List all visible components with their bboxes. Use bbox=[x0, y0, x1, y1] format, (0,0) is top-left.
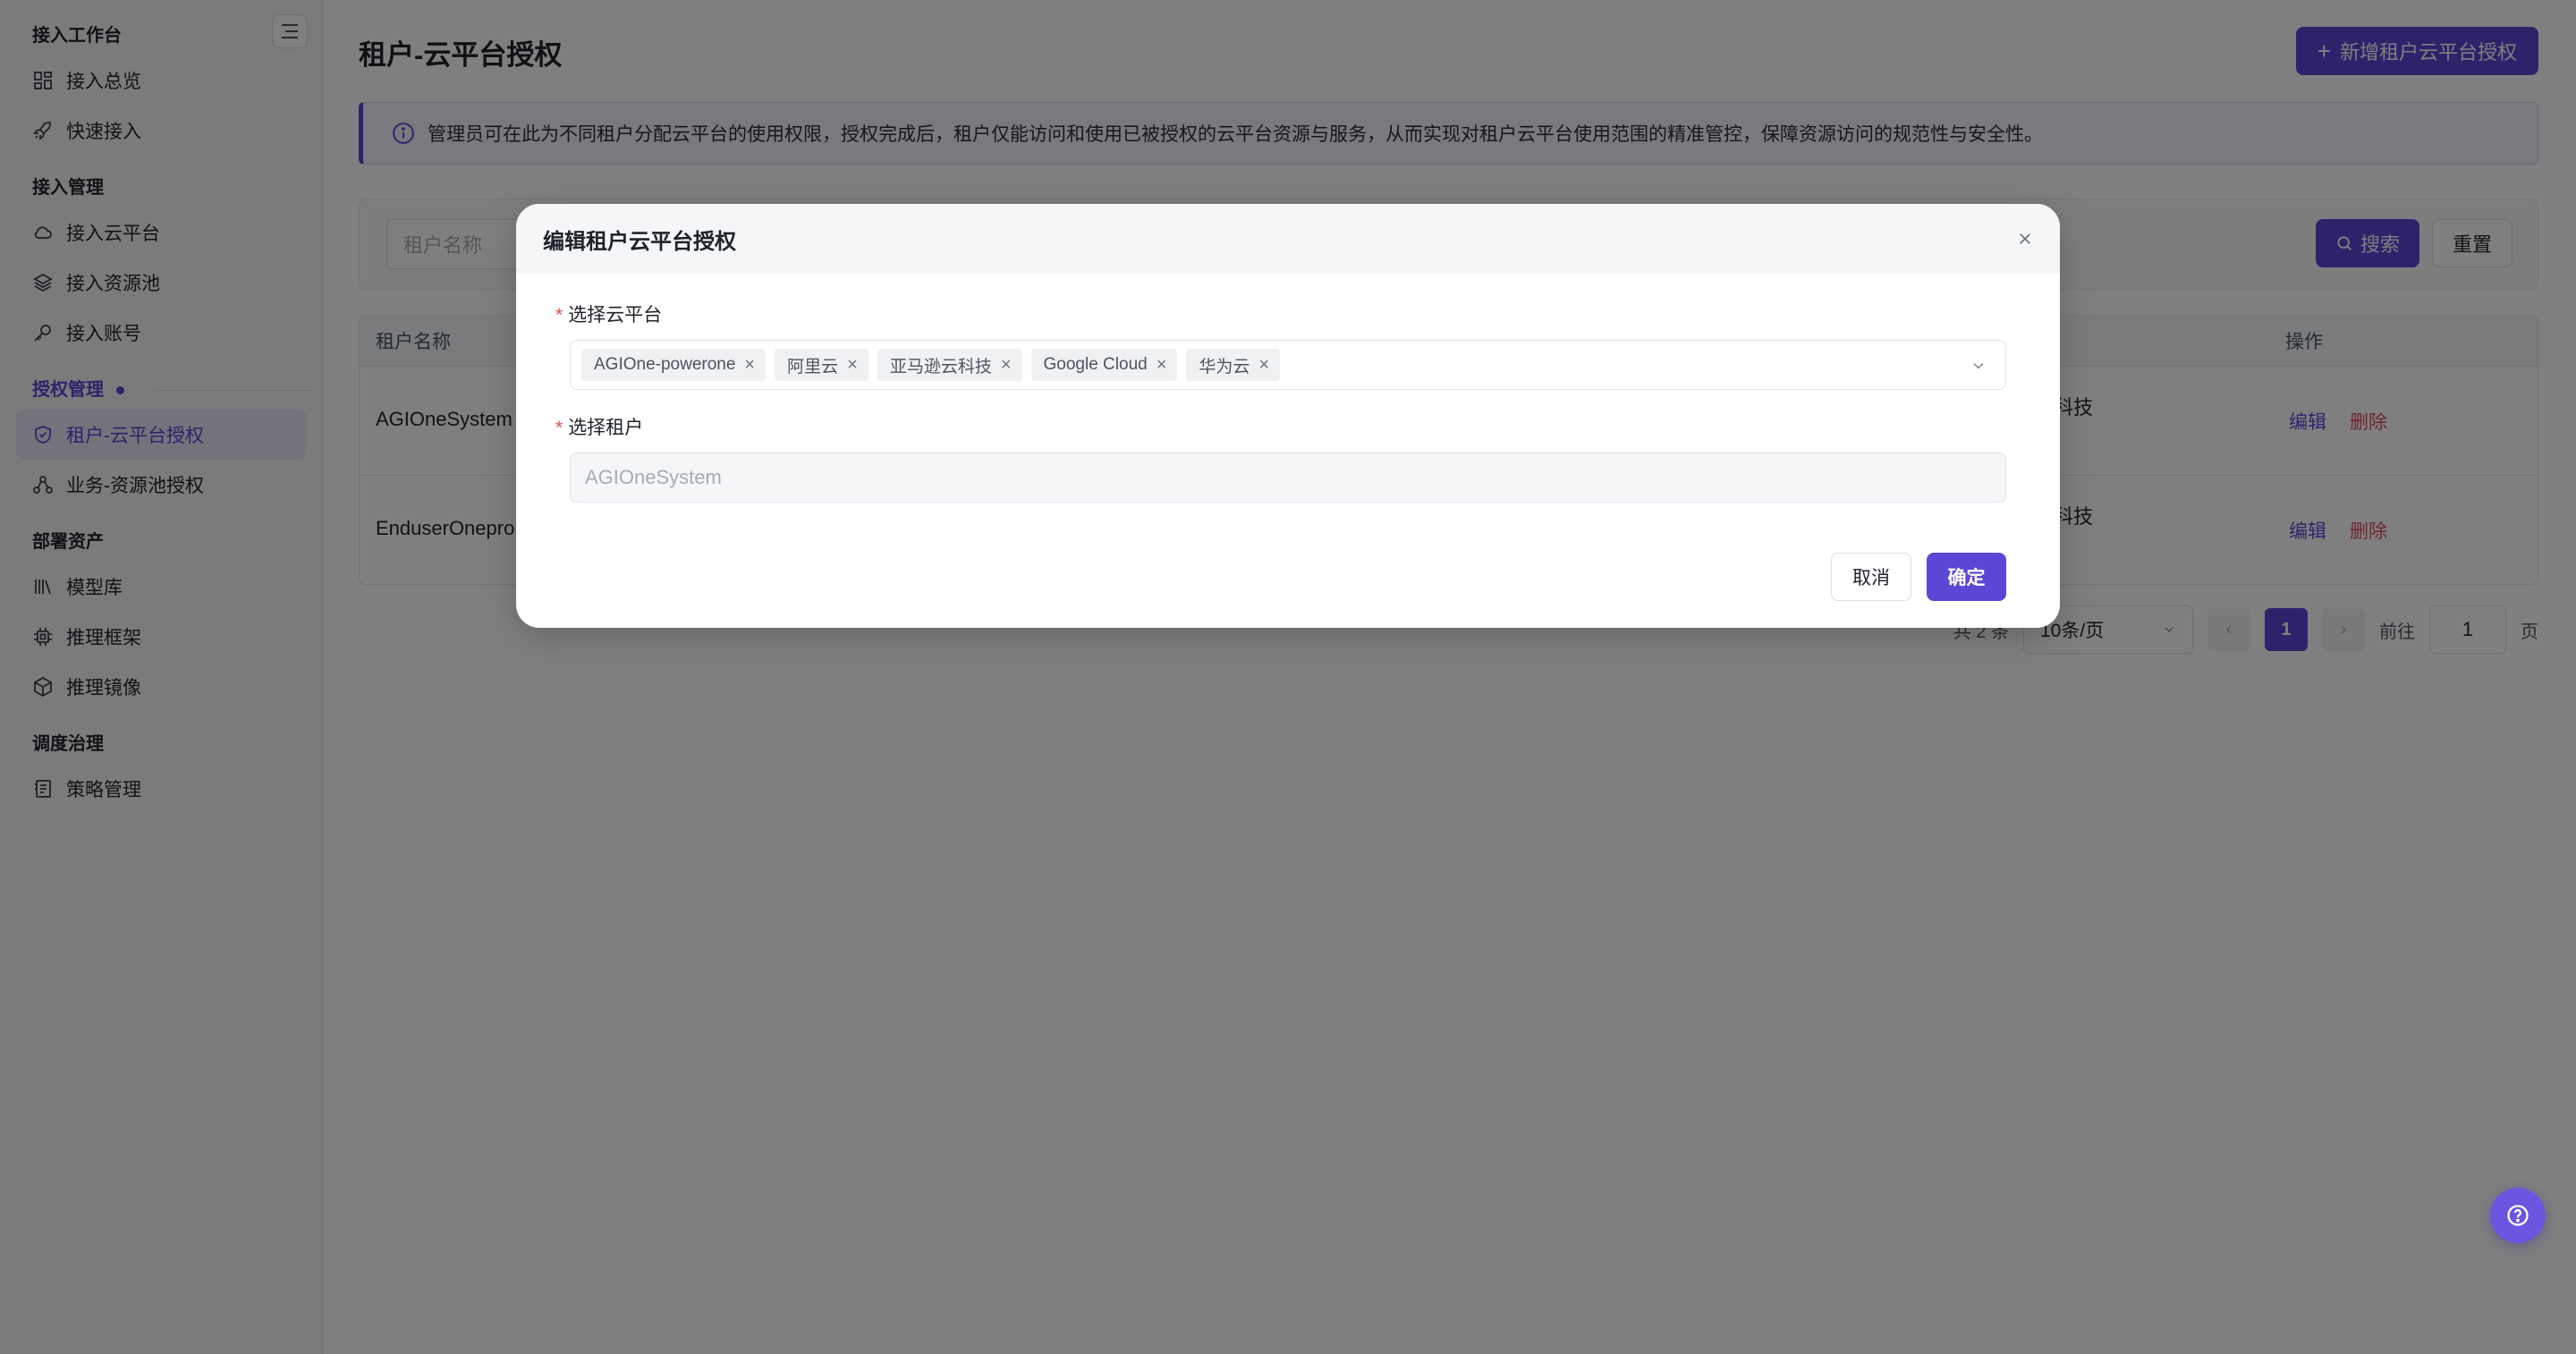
edit-auth-modal: 编辑租户云平台授权 * 选择云平台 AGIOne-powerone × 阿里云 ×… bbox=[516, 204, 2060, 628]
required-mark: * bbox=[555, 418, 564, 438]
tag-label: 亚马逊云科技 bbox=[889, 357, 992, 377]
platform-tag: 阿里云 × bbox=[775, 349, 869, 381]
platform-tag: AGIOne-powerone × bbox=[581, 349, 767, 381]
tag-label: 华为云 bbox=[1199, 357, 1250, 377]
tenant-select-disabled: AGIOneSystem bbox=[570, 453, 2006, 503]
modal-title: 编辑租户云平台授权 bbox=[543, 229, 736, 254]
modal-close-button[interactable] bbox=[2013, 227, 2037, 250]
platform-tag: 亚马逊云科技 × bbox=[877, 349, 1022, 381]
required-mark: * bbox=[555, 305, 564, 326]
platform-field-label: * 选择云平台 bbox=[555, 300, 662, 327]
confirm-button[interactable]: 确定 bbox=[1927, 553, 2006, 601]
tenant-label-text: 选择租户 bbox=[568, 418, 644, 438]
modal-header: 编辑租户云平台授权 bbox=[516, 204, 2060, 274]
chevron-down-icon bbox=[1973, 362, 1984, 369]
tag-remove-icon[interactable]: × bbox=[847, 356, 858, 374]
cloud-platform-select[interactable]: AGIOne-powerone × 阿里云 × 亚马逊云科技 × Google … bbox=[570, 340, 2006, 390]
platform-tag: Google Cloud × bbox=[1030, 349, 1178, 381]
tag-remove-icon[interactable]: × bbox=[1258, 356, 1269, 374]
tag-remove-icon[interactable]: × bbox=[1001, 356, 1012, 374]
tag-label: 阿里云 bbox=[787, 357, 839, 377]
platform-tag: 华为云 × bbox=[1186, 349, 1281, 381]
help-icon bbox=[2507, 1205, 2529, 1226]
tag-label: AGIOne-powerone bbox=[594, 355, 736, 374]
help-button[interactable] bbox=[2490, 1188, 2546, 1243]
tag-remove-icon[interactable]: × bbox=[1157, 356, 1167, 374]
platform-label-text: 选择云平台 bbox=[568, 305, 663, 326]
tag-label: Google Cloud bbox=[1043, 355, 1148, 374]
close-icon bbox=[2020, 233, 2030, 244]
cancel-button[interactable]: 取消 bbox=[1831, 553, 1911, 601]
tag-remove-icon[interactable]: × bbox=[744, 356, 755, 374]
tenant-field-label: * 选择租户 bbox=[555, 413, 643, 440]
